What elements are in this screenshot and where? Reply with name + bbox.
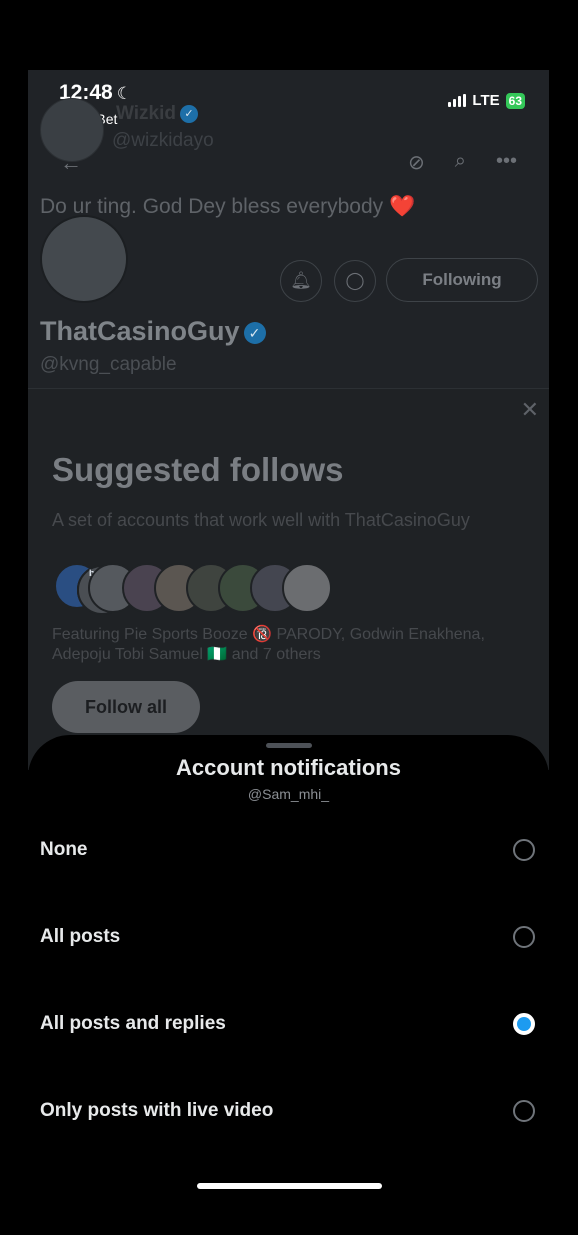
chat-bubble-icon: ◯ bbox=[345, 271, 365, 290]
avatar bbox=[282, 563, 332, 613]
option-all-posts[interactable]: All posts bbox=[40, 907, 535, 967]
header-name: Wizkid ✓ bbox=[116, 103, 198, 125]
option-label: All posts and replies bbox=[40, 1013, 226, 1034]
bell-icon: 🔔︎ bbox=[290, 271, 312, 290]
suggested-description: A set of accounts that work well with Th… bbox=[52, 510, 470, 530]
suggested-avatars[interactable]: piesportsbooze bbox=[54, 563, 344, 615]
option-none[interactable]: None bbox=[40, 820, 535, 880]
sheet-title: Account notifications bbox=[176, 755, 401, 780]
close-icon[interactable]: ✕ bbox=[521, 397, 539, 423]
radio-button[interactable] bbox=[513, 839, 535, 861]
option-label: All posts bbox=[40, 926, 121, 947]
header-actions: ⊘ ⌕ ••• bbox=[408, 150, 517, 175]
profile-avatar[interactable] bbox=[40, 215, 128, 303]
radio-button[interactable] bbox=[513, 1100, 535, 1122]
sheet-drag-handle[interactable] bbox=[266, 743, 312, 748]
notifications-bell-button[interactable]: 🔔︎ bbox=[280, 260, 322, 302]
home-indicator[interactable] bbox=[197, 1183, 382, 1189]
sheet-subtitle: @Sam_mhi_ bbox=[247, 786, 330, 802]
follow-all-button[interactable]: Follow all bbox=[52, 681, 200, 733]
verified-badge-icon: ✓ bbox=[243, 321, 266, 344]
option-all-posts-and-replies[interactable]: All posts and replies bbox=[40, 994, 535, 1054]
header-handle: @wizkidayo bbox=[112, 130, 214, 151]
featuring-text: Featuring Pie Sports Booze 🔞 PARODY, God… bbox=[52, 626, 485, 663]
profile-handle: @kvng_capable bbox=[40, 354, 177, 375]
search-icon[interactable]: ⌕ bbox=[455, 150, 466, 175]
suggested-follows-panel: ✕ Suggested follows A set of accounts th… bbox=[28, 389, 549, 770]
profile-bio: Do ur ting. God Dey bless everybody ❤️ bbox=[40, 195, 416, 218]
option-live-video[interactable]: Only posts with live video bbox=[40, 1081, 535, 1141]
more-icon[interactable]: ••• bbox=[496, 150, 517, 175]
following-button[interactable]: Following bbox=[386, 258, 538, 302]
message-button[interactable]: ◯ bbox=[334, 260, 376, 302]
profile-name: ThatCasinoGuy ✓ bbox=[40, 316, 266, 347]
verified-badge-icon: ✓ bbox=[180, 104, 198, 123]
radio-button[interactable] bbox=[513, 926, 535, 948]
status-indicators: LTE 63 bbox=[448, 92, 525, 109]
signal-icon bbox=[448, 94, 467, 107]
back-arrow-icon[interactable]: ← bbox=[60, 150, 82, 176]
option-label: None bbox=[40, 839, 88, 860]
moon-icon: ☾ bbox=[116, 84, 132, 103]
suggested-title: Suggested follows bbox=[52, 451, 344, 488]
account-notifications-sheet: Account notifications @Sam_mhi_ None All… bbox=[28, 735, 549, 1235]
radio-button-selected[interactable] bbox=[513, 1013, 535, 1035]
network-type: LTE bbox=[472, 92, 500, 109]
option-label: Only posts with live video bbox=[40, 1100, 274, 1121]
battery-icon: 63 bbox=[505, 92, 525, 109]
profile-screen: 12:48☾ ◂ SportyBet LTE 63 Wizkid✓ @wizki… bbox=[28, 70, 549, 770]
grok-icon[interactable]: ⊘ bbox=[408, 150, 425, 175]
